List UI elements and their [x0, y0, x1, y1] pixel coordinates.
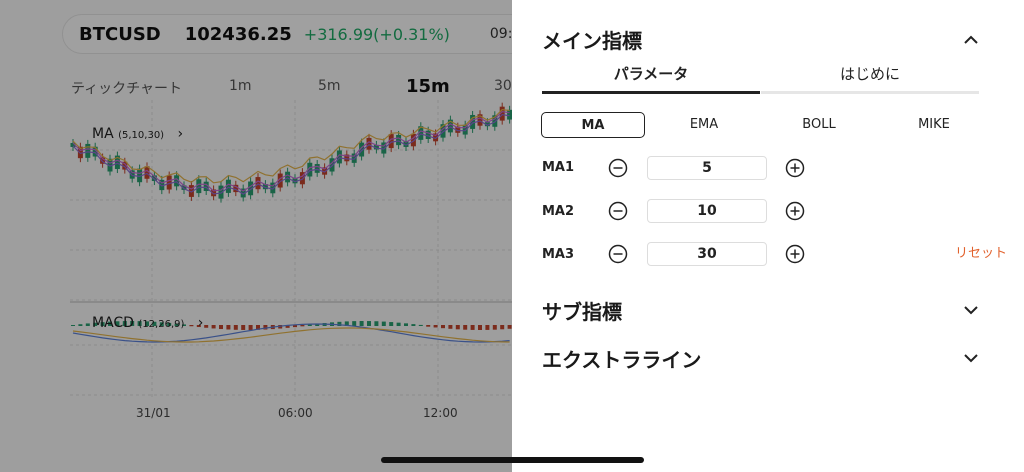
chevron-down-icon[interactable]: [960, 347, 982, 369]
extra-line-section-header[interactable]: エクストラライン: [542, 343, 982, 373]
minus-circle-icon[interactable]: [608, 201, 628, 221]
indicator-type-ma[interactable]: MA: [541, 112, 645, 138]
sub-indicator-title: サブ指標: [542, 299, 622, 324]
extra-line-title: エクストラライン: [542, 347, 702, 372]
tab-parameters[interactable]: パラメータ: [542, 60, 760, 94]
indicator-type-mike[interactable]: MIKE: [882, 112, 986, 138]
chevron-down-icon[interactable]: [960, 299, 982, 321]
sub-indicator-section-header[interactable]: サブ指標: [542, 295, 982, 325]
tab-introduction[interactable]: はじめに: [761, 60, 979, 94]
param-input-ma2[interactable]: 10: [647, 199, 767, 223]
minus-circle-icon[interactable]: [608, 244, 628, 264]
indicator-type-ema[interactable]: EMA: [652, 112, 756, 138]
param-label-ma1: MA1: [542, 160, 575, 175]
indicator-type-boll[interactable]: BOLL: [767, 112, 871, 138]
reset-button[interactable]: リセット: [955, 242, 1007, 261]
param-input-ma1[interactable]: 5: [647, 156, 767, 180]
param-input-ma3[interactable]: 30: [647, 242, 767, 266]
modal-backdrop[interactable]: [0, 0, 512, 472]
home-indicator[interactable]: [381, 457, 644, 463]
param-label-ma3: MA3: [542, 247, 575, 262]
plus-circle-icon[interactable]: [785, 201, 805, 221]
indicator-settings-panel: メイン指標 パラメータ はじめに MA EMA BOLL MIKE MA1 5 …: [512, 0, 1024, 472]
chevron-up-icon[interactable]: [960, 28, 982, 50]
plus-circle-icon[interactable]: [785, 244, 805, 264]
main-indicator-section-header[interactable]: メイン指標: [542, 24, 982, 54]
plus-circle-icon[interactable]: [785, 158, 805, 178]
main-indicator-title: メイン指標: [542, 28, 642, 53]
chart-area[interactable]: BTCUSD 102436.25 +316.99(+0.31%) 09:05 テ…: [0, 0, 512, 472]
minus-circle-icon[interactable]: [608, 158, 628, 178]
indicator-tabs: パラメータ はじめに: [542, 60, 979, 94]
param-label-ma2: MA2: [542, 204, 575, 219]
